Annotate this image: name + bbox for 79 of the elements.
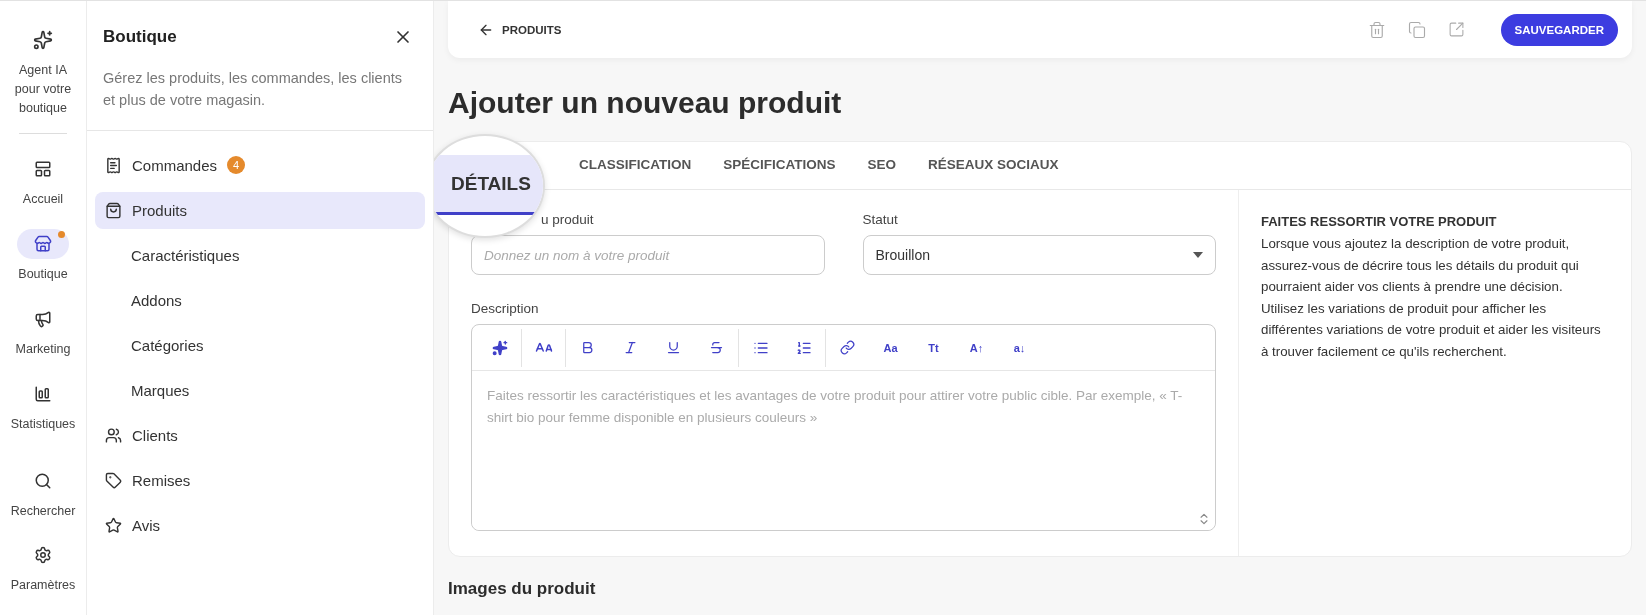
panel-description: Gérez les produits, les commandes, les clients et plus de votre magasin. <box>103 69 403 111</box>
rail-label: Accueil <box>21 191 65 209</box>
menu-item-label: Addons <box>131 291 182 309</box>
field-label: Statut <box>862 212 899 227</box>
menu-item-label: Commandes <box>132 156 218 174</box>
format-button[interactable]: a↓ <box>998 324 1041 371</box>
rail-item[interactable]: Boutique <box>8 229 78 284</box>
rail-item[interactable]: Statistiques <box>8 378 78 434</box>
back-link[interactable]: PRODUITS <box>478 21 562 38</box>
rail-item[interactable]: Rechercher <box>8 465 78 521</box>
help-text: Lorsque vous ajoutez la description de votre produit, assurez-vous de décrire tous les détails du produit qui pourraient aider vos clients à prendre une décision. Utilisez les variations de produit pour afficher les différentes variations de votre produit et aider les visiteurs à trouver facilement ce qu'ils recherchent. <box>1261 235 1602 361</box>
menu-item[interactable]: Marques <box>95 371 425 409</box>
sparkle-icon <box>33 30 53 50</box>
format-button[interactable]: A↑ <box>955 324 998 371</box>
tab[interactable]: SEO <box>851 142 913 189</box>
bar-chart-icon <box>34 384 52 403</box>
numbered-list-icon <box>795 339 812 356</box>
megaphone-icon <box>34 309 52 328</box>
section-title: Images du produit <box>448 579 597 599</box>
menu-item[interactable]: Clients <box>95 416 425 454</box>
menu-item[interactable]: Commandes 4 <box>95 146 425 184</box>
menu-item-label: Caractéristiques <box>131 246 240 264</box>
rail-label: Rechercher <box>9 502 77 520</box>
rail-item[interactable]: Agent IA pour votre boutique <box>8 25 78 118</box>
caret-icon <box>1193 252 1203 258</box>
rail-label: Paramètres <box>9 577 77 595</box>
count-badge: 4 <box>227 156 246 175</box>
tab[interactable]: DÉTAILS <box>434 155 543 215</box>
help-title: FAITES RESSORTIR VOTRE PRODUIT <box>1261 214 1498 229</box>
status-select[interactable]: Brouillon <box>862 235 1216 275</box>
star-icon <box>105 516 122 534</box>
rail-item[interactable]: Paramètres <box>8 540 78 595</box>
menu-item[interactable]: Remises <box>95 461 425 499</box>
users-icon <box>105 426 122 444</box>
menu-item-label: Avis <box>132 516 161 534</box>
receipt-icon <box>105 156 122 174</box>
format-button[interactable]: Tt <box>912 324 955 371</box>
menu-item[interactable]: Catégories <box>95 326 425 364</box>
italic-icon <box>623 340 638 355</box>
rail-label: Statistiques <box>9 415 77 433</box>
rail-item[interactable]: Accueil <box>8 154 78 209</box>
delete-icon[interactable] <box>1367 20 1386 39</box>
save-button[interactable]: SAUVEGARDER <box>1500 13 1618 46</box>
tab[interactable]: CLASSIFICATION <box>563 142 708 189</box>
tab[interactable]: SPÉCIFICATIONS <box>707 142 852 189</box>
rail-label: Marketing <box>14 340 72 358</box>
external-link-icon[interactable] <box>1447 21 1465 38</box>
panel-title: Boutique <box>103 27 177 47</box>
search-icon <box>34 471 52 490</box>
rail-item[interactable]: Marketing <box>8 303 78 359</box>
tab[interactable]: RÉSEAUX SOCIAUX <box>912 142 1075 189</box>
name-input[interactable]: Donnez un nom à votre produit <box>471 235 825 275</box>
page-title: Ajouter un nouveau produit <box>448 86 843 119</box>
underline-icon <box>666 340 681 355</box>
shopping-bag-icon <box>105 201 122 219</box>
strikethrough-icon <box>709 340 724 355</box>
sparkle-icon <box>491 339 508 356</box>
copy-icon[interactable] <box>1407 20 1426 39</box>
link-icon <box>840 340 855 355</box>
field-label: u produit <box>540 212 595 227</box>
rail-label: Agent IA pour votre boutique <box>13 62 73 117</box>
description-editor[interactable]: Aa Tt A↑ a↓ Faites ressortir les caractéristiques et les avantages de votre produit pour attirer votre public cible. Par exemple, « T-shirt bio pour femme disponible en plusieurs couleurs » <box>471 324 1216 531</box>
settings-icon <box>34 546 52 565</box>
menu-item-label: Catégories <box>131 336 204 354</box>
menu-item[interactable]: Produits <box>95 191 425 229</box>
menu-item[interactable]: Addons <box>95 281 425 319</box>
rail-label: Boutique <box>17 266 69 283</box>
menu-item[interactable]: Caractéristiques <box>95 236 425 274</box>
field-label: Description <box>471 301 540 316</box>
format-button[interactable]: Aa <box>869 324 912 371</box>
bold-icon <box>580 340 595 355</box>
menu-item[interactable]: Avis <box>95 506 425 544</box>
menu-item-label: Marques <box>131 381 190 399</box>
menu-item-label: Produits <box>132 201 188 219</box>
tag-icon <box>105 471 122 489</box>
store-icon <box>34 235 52 253</box>
home-dashboard-icon <box>34 160 52 179</box>
menu-item-label: Clients <box>132 426 178 444</box>
menu-item-label: Remises <box>132 471 191 489</box>
